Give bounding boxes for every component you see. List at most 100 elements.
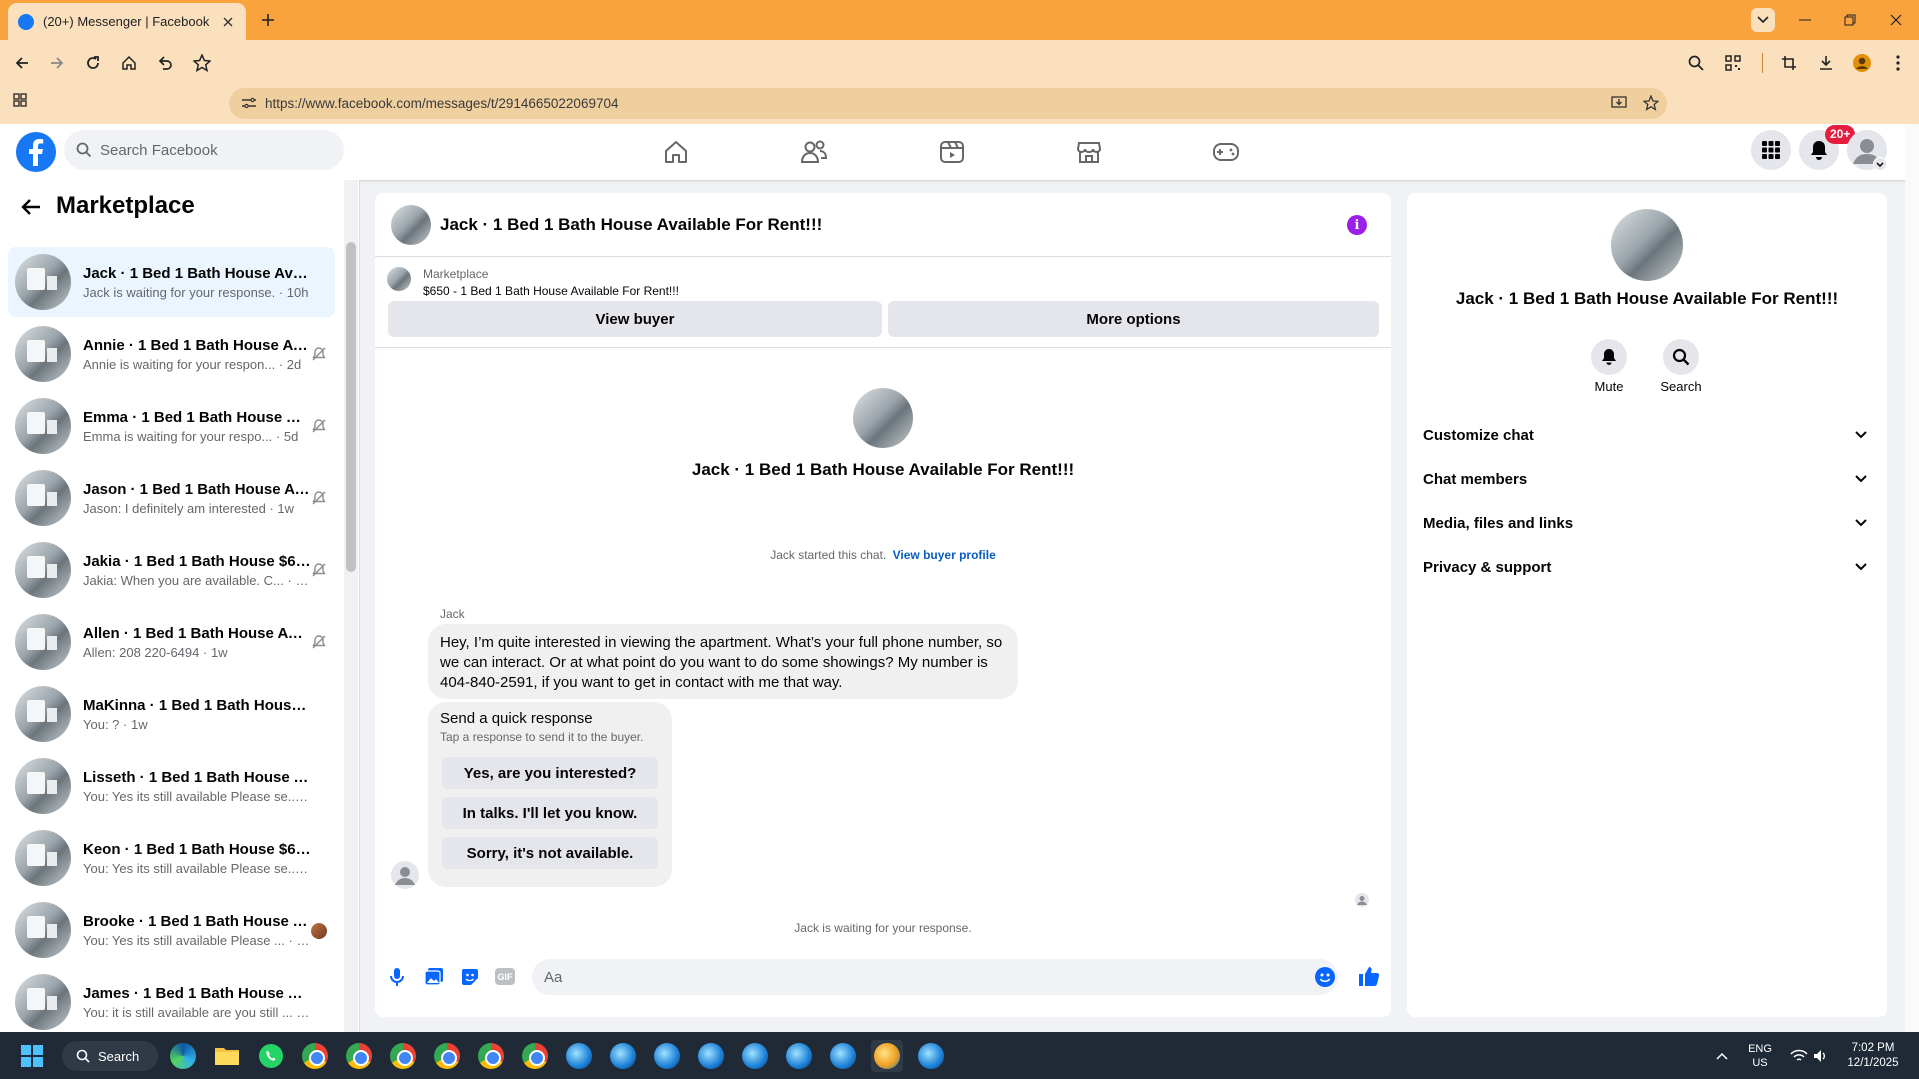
- search-placeholder: Search Facebook: [100, 141, 218, 159]
- emoji-icon[interactable]: [1315, 967, 1335, 987]
- conversation-item[interactable]: Lisseth · 1 Bed 1 Bath House Available F…: [8, 751, 335, 821]
- minimize-icon[interactable]: [1793, 8, 1817, 32]
- view-buyer-profile-link[interactable]: View buyer profile: [893, 548, 996, 562]
- app-icon-4[interactable]: [695, 1040, 727, 1072]
- gif-icon[interactable]: GIF: [495, 968, 515, 985]
- microphone-icon[interactable]: [389, 967, 405, 987]
- thumbs-up-icon[interactable]: [1358, 965, 1380, 987]
- new-tab-icon[interactable]: [256, 8, 280, 32]
- nav-marketplace-icon[interactable]: [1073, 136, 1105, 168]
- app-icon-active[interactable]: [871, 1040, 903, 1072]
- conversation-item[interactable]: MaKinna · 1 Bed 1 Bath House Available F…: [8, 679, 335, 749]
- crop-icon[interactable]: [1777, 51, 1801, 75]
- chrome-icon-5[interactable]: [475, 1040, 507, 1072]
- conversation-item[interactable]: Jack · 1 Bed 1 Bath House Available For …: [8, 247, 335, 317]
- download-icon[interactable]: [1814, 51, 1838, 75]
- close-window-icon[interactable]: [1884, 8, 1908, 32]
- app-icon-6[interactable]: [783, 1040, 815, 1072]
- app-icon-7[interactable]: [827, 1040, 859, 1072]
- conversation-item[interactable]: Annie · 1 Bed 1 Bath House Available For…: [8, 319, 335, 389]
- file-explorer-icon[interactable]: [211, 1040, 243, 1072]
- chrome-icon-1[interactable]: [299, 1040, 331, 1072]
- zoom-search-icon[interactable]: [1684, 51, 1708, 75]
- volume-icon[interactable]: [1805, 1040, 1837, 1072]
- install-app-icon[interactable]: [1611, 96, 1627, 110]
- search-chat-button[interactable]: [1663, 339, 1699, 375]
- facebook-search-input[interactable]: Search Facebook: [64, 130, 344, 170]
- chat-members-section[interactable]: Chat members: [1423, 461, 1871, 497]
- photo-icon[interactable]: [424, 967, 444, 987]
- chat-header-avatar[interactable]: [391, 205, 431, 245]
- conversation-item[interactable]: James · 1 Bed 1 Bath House Available For…: [8, 967, 335, 1032]
- nav-video-icon[interactable]: [936, 136, 968, 168]
- conversation-item[interactable]: Brooke · 1 Bed 1 Bath House Available Fo…: [8, 895, 335, 965]
- quick-response-in-talks[interactable]: In talks. I'll let you know.: [442, 797, 658, 829]
- back-arrow-icon[interactable]: [20, 196, 42, 218]
- menu-grid-button[interactable]: [1751, 130, 1791, 170]
- edge-icon[interactable]: [167, 1040, 199, 1072]
- nav-gaming-icon[interactable]: [1210, 136, 1242, 168]
- close-tab-icon[interactable]: [220, 14, 236, 30]
- site-info-icon[interactable]: [241, 96, 257, 110]
- undo-icon[interactable]: [153, 51, 177, 75]
- chrome-icon-3[interactable]: [387, 1040, 419, 1072]
- qr-code-icon[interactable]: [1721, 51, 1745, 75]
- mute-button[interactable]: [1591, 339, 1627, 375]
- clock[interactable]: 7:02 PM 12/1/2025: [1838, 1041, 1908, 1071]
- chrome-icon-6[interactable]: [519, 1040, 551, 1072]
- quick-response-yes[interactable]: Yes, are you interested?: [442, 757, 658, 789]
- nav-friends-icon[interactable]: [798, 136, 830, 168]
- conversation-item[interactable]: Allen · 1 Bed 1 Bath House Available For…: [8, 607, 335, 677]
- message-bubble[interactable]: Hey, I’m quite interested in viewing the…: [428, 624, 1018, 699]
- conversation-item[interactable]: Keon · 1 Bed 1 Bath House $600 Available…: [8, 823, 335, 893]
- browser-tab[interactable]: (20+) Messenger | Facebook: [8, 3, 246, 40]
- taskbar-search[interactable]: Search: [62, 1041, 158, 1071]
- app-icon-3[interactable]: [651, 1040, 683, 1072]
- language-indicator[interactable]: ENG US: [1745, 1042, 1775, 1070]
- apps-grid-icon[interactable]: [8, 88, 32, 112]
- quick-response-not-available[interactable]: Sorry, it's not available.: [442, 837, 658, 869]
- intro-avatar[interactable]: [853, 388, 913, 448]
- whatsapp-icon[interactable]: [255, 1040, 287, 1072]
- app-icon-5[interactable]: [739, 1040, 771, 1072]
- browser-menu-icon[interactable]: [1886, 51, 1910, 75]
- windows-start-icon[interactable]: [16, 1040, 48, 1072]
- app-icon-2[interactable]: [607, 1040, 639, 1072]
- app-icon-1[interactable]: [563, 1040, 595, 1072]
- nav-home-icon[interactable]: [660, 136, 692, 168]
- chat-title[interactable]: Jack · 1 Bed 1 Bath House Available For …: [440, 215, 822, 235]
- chrome-icon-2[interactable]: [343, 1040, 375, 1072]
- chrome-icon-4[interactable]: [431, 1040, 463, 1072]
- restore-icon[interactable]: [1838, 8, 1862, 32]
- tab-search-icon[interactable]: [1751, 8, 1775, 32]
- info-icon[interactable]: i: [1347, 215, 1367, 235]
- more-options-button[interactable]: More options: [888, 301, 1379, 337]
- back-icon[interactable]: [10, 51, 34, 75]
- home-icon[interactable]: [117, 51, 141, 75]
- tray-chevron-up-icon[interactable]: [1706, 1040, 1738, 1072]
- customize-chat-section[interactable]: Customize chat: [1423, 417, 1871, 453]
- sticker-icon[interactable]: [460, 967, 480, 987]
- profile-icon[interactable]: [1850, 51, 1874, 75]
- forward-icon[interactable]: [45, 51, 69, 75]
- facebook-logo-icon[interactable]: [16, 132, 56, 172]
- address-bar[interactable]: https://www.facebook.com/messages/t/2914…: [229, 88, 1667, 119]
- view-buyer-button[interactable]: View buyer: [388, 301, 882, 337]
- reload-icon[interactable]: [81, 51, 105, 75]
- sidebar-scroll-thumb[interactable]: [346, 242, 356, 572]
- account-avatar[interactable]: [1847, 130, 1887, 171]
- panel-avatar[interactable]: [1611, 209, 1683, 281]
- account-chevron-icon[interactable]: [1873, 157, 1887, 171]
- privacy-support-section[interactable]: Privacy & support: [1423, 549, 1871, 585]
- app-icon-8[interactable]: [915, 1040, 947, 1072]
- sender-avatar[interactable]: [391, 861, 419, 889]
- conversation-item[interactable]: Jakia · 1 Bed 1 Bath House $600 Availabl…: [8, 535, 335, 605]
- bookmark-star-icon[interactable]: [190, 51, 214, 75]
- message-input[interactable]: Aa: [532, 959, 1338, 995]
- bookmark-page-icon[interactable]: [1643, 95, 1659, 111]
- listing-title[interactable]: $650 - 1 Bed 1 Bath House Available For …: [423, 284, 679, 298]
- page-scrollbar[interactable]: [1905, 124, 1919, 1032]
- media-files-links-section[interactable]: Media, files and links: [1423, 505, 1871, 541]
- conversation-item[interactable]: Emma · 1 Bed 1 Bath House Available For …: [8, 391, 335, 461]
- conversation-item[interactable]: Jason · 1 Bed 1 Bath House Available For…: [8, 463, 335, 533]
